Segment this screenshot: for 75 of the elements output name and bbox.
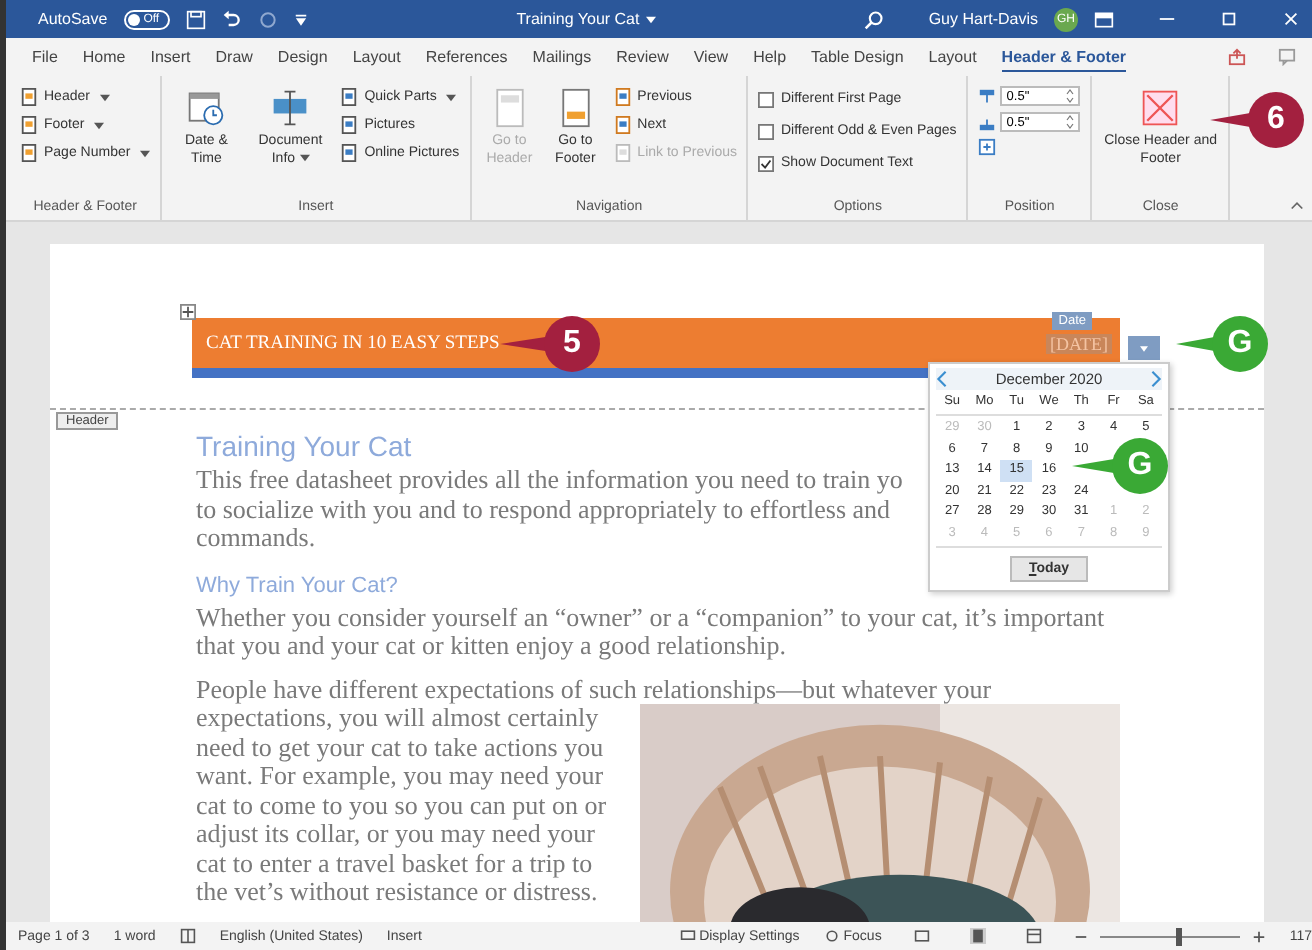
customize-icon[interactable] bbox=[293, 12, 308, 26]
caret-icon bbox=[299, 154, 310, 162]
ribbon-tab[interactable]: Design bbox=[277, 44, 328, 70]
ribbon-tab[interactable]: Insert bbox=[150, 44, 191, 70]
caret-icon bbox=[99, 93, 110, 101]
document-title[interactable]: Training Your Cat bbox=[516, 10, 640, 28]
document-title-text: Training Your Cat bbox=[196, 430, 412, 462]
page-icon bbox=[20, 144, 38, 162]
checkbox-icon[interactable] bbox=[758, 91, 775, 107]
zoom-slider[interactable] bbox=[1176, 927, 1183, 945]
ribbon-tab[interactable]: View bbox=[693, 44, 729, 70]
alignment-tab-icon[interactable] bbox=[978, 138, 997, 156]
ribbon-tab[interactable]: Header & Footer bbox=[1001, 43, 1127, 71]
paragraph-line: to socialize with you and to respond appropriately to effortless and bbox=[196, 495, 891, 524]
text-field-icon bbox=[270, 88, 311, 128]
header-text: CAT TRAINING IN 10 EASY STEPS bbox=[206, 333, 500, 353]
comment-icon[interactable] bbox=[1278, 48, 1296, 66]
ribbon-tab[interactable]: Mailings bbox=[532, 44, 592, 70]
search-icon[interactable] bbox=[864, 9, 885, 29]
footer-position-icon bbox=[978, 113, 997, 131]
spin-arrows-icon[interactable] bbox=[1066, 114, 1075, 130]
ribbon-tab[interactable]: Layout bbox=[352, 44, 401, 70]
paragraph: expectations, you will almost certainly need to get your cat to take actions you want. For example, you may need your cat to come to you so you can put on or adjust its collar, or you may need your cat to enter a travel basket for a trip to the vet’s without resistance or distress. bbox=[196, 704, 609, 907]
ribbon-display-icon[interactable] bbox=[1094, 9, 1115, 29]
maximize-icon[interactable] bbox=[1220, 10, 1239, 28]
page-icon bbox=[20, 116, 38, 134]
ribbon-tab[interactable]: File bbox=[32, 44, 58, 70]
section-heading: Why Train Your Cat? bbox=[196, 571, 400, 599]
close-icon[interactable] bbox=[1282, 10, 1301, 28]
ribbon-tab[interactable]: Review bbox=[616, 44, 669, 70]
caret-icon[interactable] bbox=[645, 15, 656, 23]
calendar-clock-icon bbox=[186, 88, 227, 128]
header-position-icon bbox=[978, 87, 997, 105]
page-icon bbox=[340, 88, 359, 106]
caret-icon bbox=[94, 121, 105, 129]
focus-icon bbox=[823, 928, 840, 944]
ribbon-tab[interactable]: Table Design bbox=[811, 44, 904, 70]
page-icon bbox=[613, 116, 632, 134]
web-layout-icon[interactable] bbox=[1025, 928, 1042, 944]
ribbon-tab[interactable]: Draw bbox=[215, 44, 253, 70]
autosave-label: AutoSave bbox=[38, 10, 108, 28]
ribbon-tab[interactable]: Layout bbox=[928, 44, 977, 70]
page-icon bbox=[20, 88, 38, 106]
user-name[interactable]: Guy Hart-Davis bbox=[928, 10, 1039, 28]
page-icon bbox=[340, 116, 359, 134]
undo-icon[interactable] bbox=[221, 9, 242, 29]
print-layout-icon[interactable] bbox=[969, 928, 986, 944]
read-mode-icon[interactable] bbox=[913, 928, 930, 944]
paragraph-line: commands. bbox=[196, 524, 316, 553]
book-icon[interactable] bbox=[179, 928, 196, 944]
move-handle-icon[interactable] bbox=[180, 304, 196, 320]
ribbon-tab[interactable]: References bbox=[425, 44, 508, 70]
previous-month-icon[interactable] bbox=[936, 370, 948, 388]
zoom-in-icon[interactable] bbox=[1251, 929, 1266, 943]
caret-icon bbox=[446, 93, 457, 101]
page-icon bbox=[613, 88, 632, 106]
paragraph-line: This free datasheet provides all the information you need to train yo bbox=[196, 466, 903, 495]
monitor-icon bbox=[679, 928, 696, 944]
close-box-icon bbox=[1140, 88, 1181, 128]
spin-arrows-icon[interactable] bbox=[1066, 88, 1075, 104]
caret-icon bbox=[140, 149, 151, 157]
paragraph: Whether you consider yourself an “owner” or a “companion” to your cat, it’s important that you and your cat or kitten enjoy a good relationship. bbox=[196, 603, 1107, 661]
share-icon[interactable] bbox=[1227, 48, 1245, 66]
redo-icon[interactable] bbox=[257, 9, 278, 29]
page-icon bbox=[340, 144, 359, 162]
ribbon-tab[interactable]: Help bbox=[753, 44, 787, 70]
next-month-icon[interactable] bbox=[1150, 370, 1162, 388]
ribbon-tab[interactable]: Home bbox=[82, 44, 126, 70]
caret-icon bbox=[1140, 345, 1148, 351]
collapse-ribbon-icon[interactable] bbox=[1290, 198, 1304, 212]
paragraph-line: People have different expectations of such relationships—but whatever your bbox=[196, 675, 992, 704]
checkbox-icon[interactable] bbox=[758, 155, 775, 171]
checkbox-icon[interactable] bbox=[758, 123, 775, 139]
save-icon[interactable] bbox=[185, 9, 206, 29]
page-icon bbox=[613, 144, 632, 162]
